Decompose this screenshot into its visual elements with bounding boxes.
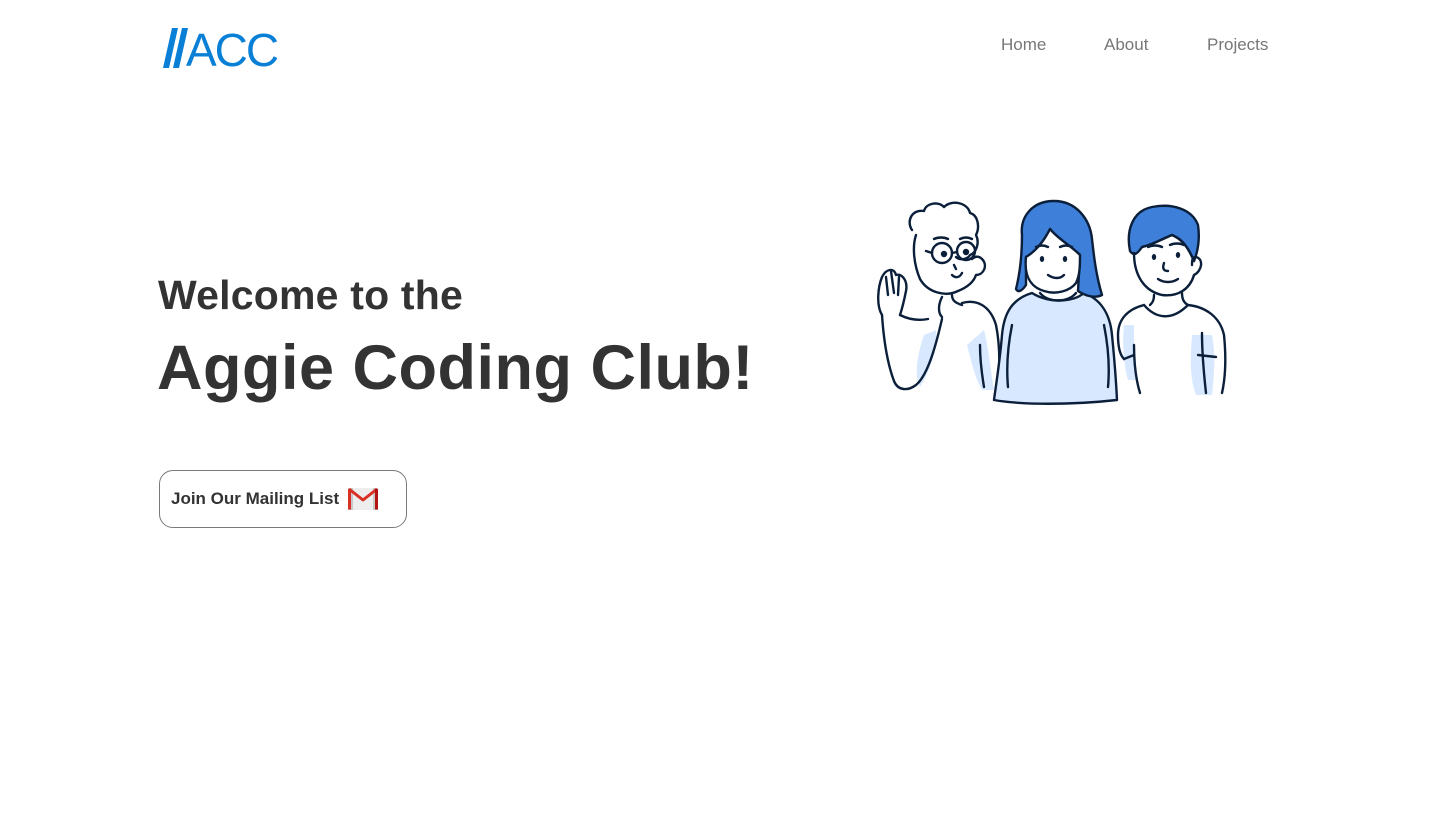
hero-title: Aggie Coding Club! [157, 333, 754, 403]
main-nav: Home About Projects [0, 35, 1440, 55]
gmail-icon [348, 487, 378, 510]
page: ACC Home About Projects Welcome to the A… [0, 0, 1440, 836]
three-students-illustration [877, 199, 1227, 405]
join-mailing-list-label: Join Our Mailing List [171, 489, 340, 508]
hero-subtitle: Welcome to the [158, 272, 464, 318]
student-middle-figure [992, 199, 1119, 405]
join-mailing-list-button[interactable]: Join Our Mailing List [159, 470, 407, 528]
nav-projects-link[interactable]: Projects [1207, 35, 1268, 55]
nav-home-link[interactable]: Home [1001, 35, 1046, 55]
student-right-figure [1116, 204, 1227, 395]
student-left-figure [877, 201, 1001, 391]
nav-about-link[interactable]: About [1104, 35, 1148, 55]
